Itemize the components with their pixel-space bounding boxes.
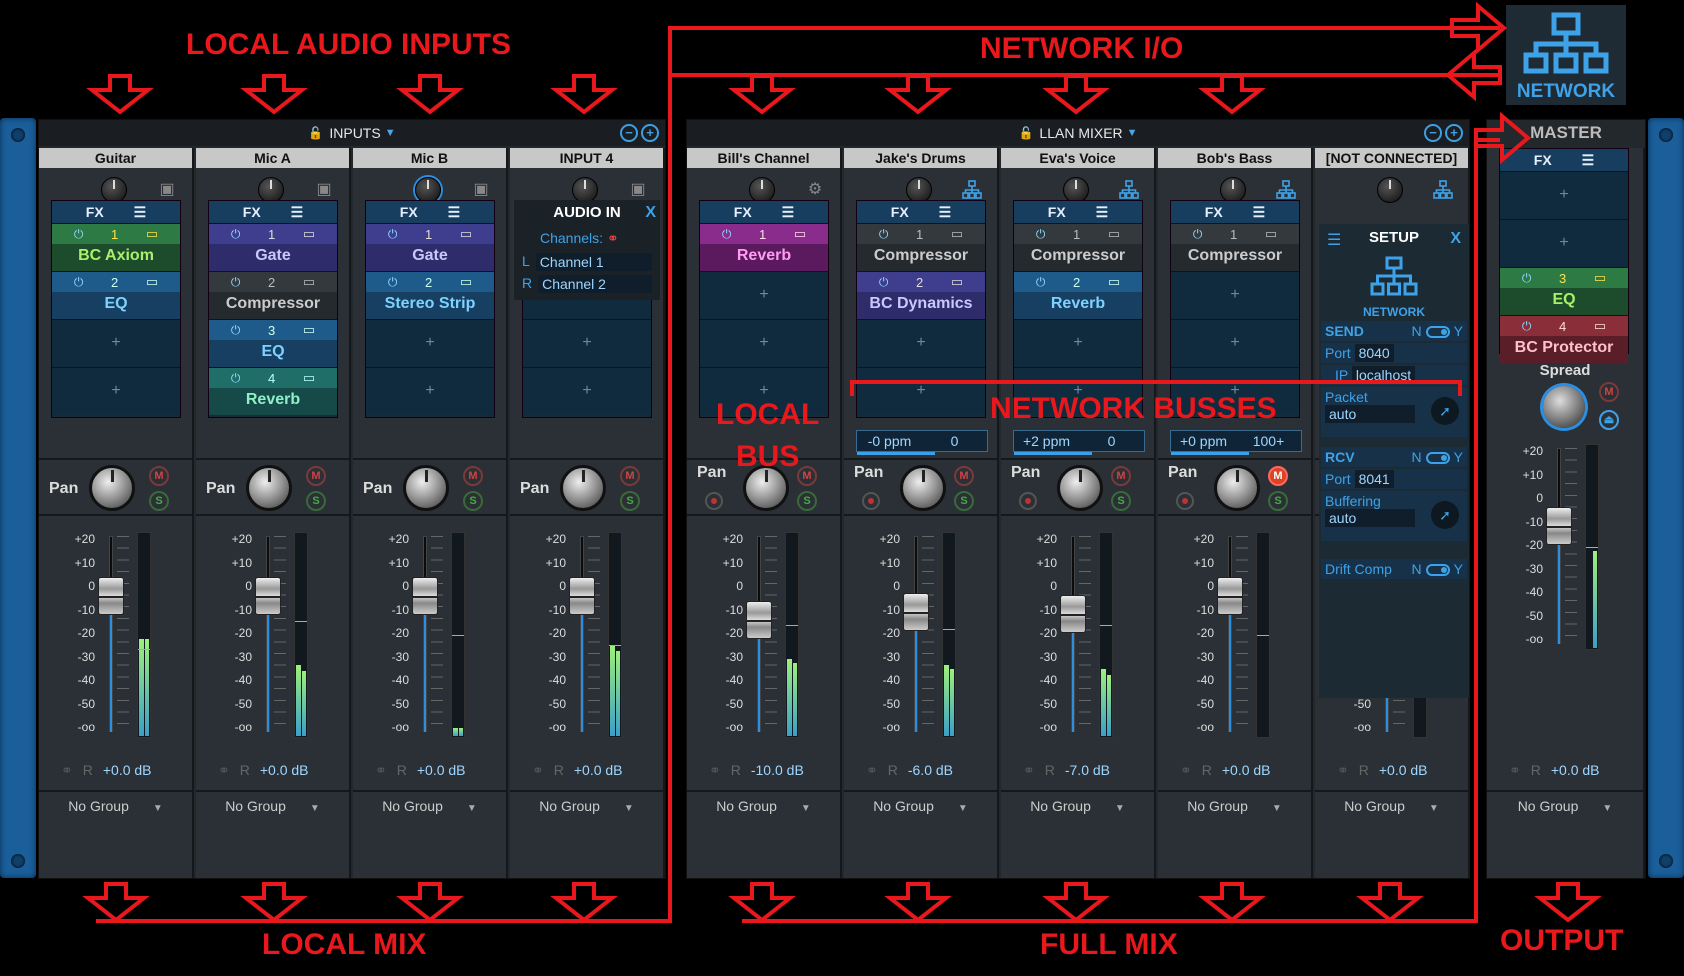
annotation-arrow [884, 74, 952, 115]
annotation-arrow [240, 882, 308, 923]
annotation-arrow [1534, 882, 1602, 923]
annotation-arrow [1198, 882, 1266, 923]
annotation-arrow [1042, 74, 1110, 115]
annotation-overlay [82, 1, 1602, 923]
annotation-arrow [550, 74, 618, 115]
annotation-arrow [550, 882, 618, 923]
annotation-arrow [396, 882, 464, 923]
annotation-arrow [396, 74, 464, 115]
annotation-arrow [1198, 74, 1266, 115]
annotation-arrow [1042, 882, 1110, 923]
annotation-arrow [82, 882, 150, 923]
annotation-arrow [728, 882, 796, 923]
annotation-arrow [240, 74, 308, 115]
annotation-arrow [86, 74, 154, 115]
annotation-arrow [884, 882, 952, 923]
annotation-arrow [1356, 882, 1424, 923]
annotation-arrow [728, 74, 796, 115]
